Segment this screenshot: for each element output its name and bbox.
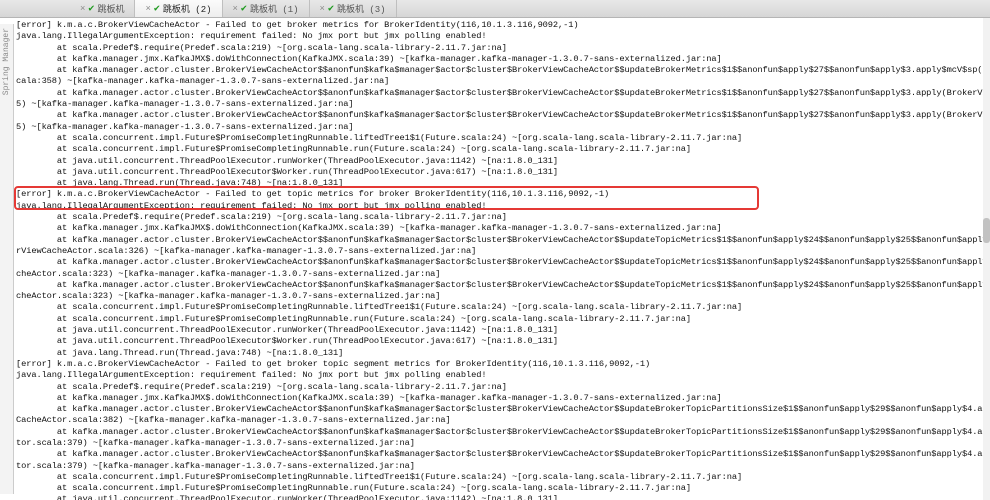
check-icon: ✔: [328, 3, 334, 15]
log-line: cala:358) ~[kafka-manager.kafka-manager-…: [16, 76, 988, 87]
log-line: 5) ~[kafka-manager.kafka-manager-1.3.0.7…: [16, 99, 988, 110]
side-panel-tab[interactable]: Spring Manager: [0, 24, 14, 494]
log-line: at kafka.manager.actor.cluster.BrokerVie…: [16, 404, 988, 415]
log-line: at java.util.concurrent.ThreadPoolExecut…: [16, 167, 988, 178]
log-line: at kafka.manager.actor.cluster.BrokerVie…: [16, 280, 988, 291]
terminal-tab-0[interactable]: × ✔ 跳板机: [70, 0, 135, 17]
close-icon[interactable]: ×: [145, 4, 150, 14]
log-line: at kafka.manager.actor.cluster.BrokerVie…: [16, 88, 988, 99]
tab-label: 跳板机 (3): [337, 2, 386, 15]
terminal-tab-1[interactable]: × ✔ 跳板机 (2): [135, 0, 222, 17]
log-line: at scala.concurrent.impl.Future$PromiseC…: [16, 133, 988, 144]
log-line: at kafka.manager.actor.cluster.BrokerVie…: [16, 427, 988, 438]
log-line: at kafka.manager.jmx.KafkaJMX$.doWithCon…: [16, 393, 988, 404]
check-icon: ✔: [241, 3, 247, 15]
log-line: java.lang.IllegalArgumentException: requ…: [16, 370, 988, 381]
log-line: rViewCacheActor.scala:326) ~[kafka-manag…: [16, 246, 988, 257]
terminal-tab-2[interactable]: × ✔ 跳板机 (1): [223, 0, 310, 17]
log-line: at kafka.manager.actor.cluster.BrokerVie…: [16, 235, 988, 246]
close-icon[interactable]: ×: [80, 4, 85, 14]
tab-label: 跳板机 (1): [250, 2, 299, 15]
log-line: at java.lang.Thread.run(Thread.java:748)…: [16, 348, 988, 359]
log-line: tor.scala:379) ~[kafka-manager.kafka-man…: [16, 461, 988, 472]
terminal-tab-3[interactable]: × ✔ 跳板机 (3): [310, 0, 397, 17]
log-line: cheActor.scala:323) ~[kafka-manager.kafk…: [16, 291, 988, 302]
check-icon: ✔: [88, 3, 94, 15]
log-line: at java.util.concurrent.ThreadPoolExecut…: [16, 336, 988, 347]
log-line: at kafka.manager.actor.cluster.BrokerVie…: [16, 257, 988, 268]
log-line: at kafka.manager.jmx.KafkaJMX$.doWithCon…: [16, 223, 988, 234]
log-line: at kafka.manager.actor.cluster.BrokerVie…: [16, 449, 988, 460]
tab-label: 跳板机: [97, 2, 124, 15]
log-line: at scala.Predef$.require(Predef.scala:21…: [16, 212, 988, 223]
log-line: at scala.concurrent.impl.Future$PromiseC…: [16, 483, 988, 494]
log-line: at scala.concurrent.impl.Future$PromiseC…: [16, 144, 988, 155]
log-line: at java.lang.Thread.run(Thread.java:748)…: [16, 178, 988, 189]
log-line: at scala.concurrent.impl.Future$PromiseC…: [16, 472, 988, 483]
log-line: at scala.Predef$.require(Predef.scala:21…: [16, 43, 988, 54]
check-icon: ✔: [154, 3, 160, 15]
terminal-tabbar: × ✔ 跳板机 × ✔ 跳板机 (2) × ✔ 跳板机 (1) × ✔ 跳板机 …: [0, 0, 990, 18]
log-line: java.lang.IllegalArgumentException: requ…: [16, 31, 988, 42]
log-line: at scala.concurrent.impl.Future$PromiseC…: [16, 314, 988, 325]
log-line: tor.scala:379) ~[kafka-manager.kafka-man…: [16, 438, 988, 449]
log-line: at java.util.concurrent.ThreadPoolExecut…: [16, 156, 988, 167]
log-line: at java.util.concurrent.ThreadPoolExecut…: [16, 494, 988, 500]
close-icon[interactable]: ×: [320, 4, 325, 14]
vertical-scrollbar[interactable]: [983, 18, 990, 500]
terminal-log-view[interactable]: [error] k.m.a.c.BrokerViewCacheActor - F…: [14, 18, 990, 500]
log-line: [error] k.m.a.c.BrokerViewCacheActor - F…: [16, 359, 988, 370]
log-line: java.lang.IllegalArgumentException: requ…: [16, 201, 988, 212]
log-line: CacheActor.scala:382) ~[kafka-manager.ka…: [16, 415, 988, 426]
log-line: 5) ~[kafka-manager.kafka-manager-1.3.0.7…: [16, 122, 988, 133]
log-line: at scala.concurrent.impl.Future$PromiseC…: [16, 302, 988, 313]
scrollbar-thumb[interactable]: [983, 218, 990, 243]
side-panel-label: Spring Manager: [0, 24, 13, 99]
log-line: [error] k.m.a.c.BrokerViewCacheActor - F…: [16, 20, 988, 31]
log-line: at scala.Predef$.require(Predef.scala:21…: [16, 382, 988, 393]
close-icon[interactable]: ×: [233, 4, 238, 14]
log-line: cheActor.scala:323) ~[kafka-manager.kafk…: [16, 269, 988, 280]
log-line: at kafka.manager.actor.cluster.BrokerVie…: [16, 110, 988, 121]
log-line: at kafka.manager.actor.cluster.BrokerVie…: [16, 65, 988, 76]
log-line: [error] k.m.a.c.BrokerViewCacheActor - F…: [16, 189, 988, 200]
tab-label: 跳板机 (2): [163, 2, 212, 15]
log-line: at java.util.concurrent.ThreadPoolExecut…: [16, 325, 988, 336]
log-line: at kafka.manager.jmx.KafkaJMX$.doWithCon…: [16, 54, 988, 65]
